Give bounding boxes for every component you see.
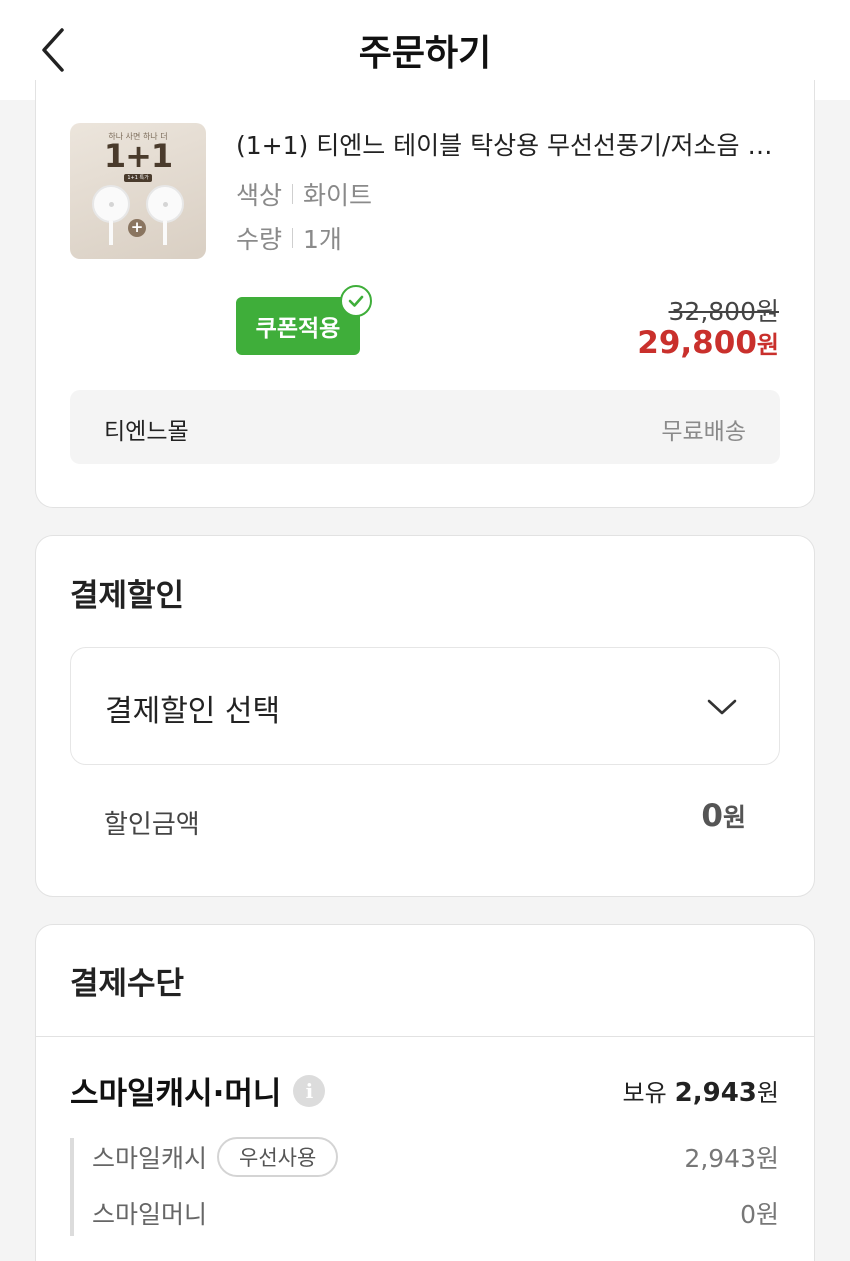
fan-image-right [146, 185, 184, 223]
priority-use-badge[interactable]: 우선사용 [217, 1137, 339, 1177]
smile-money-row: 스마일머니 0원 [92, 1195, 779, 1231]
sub-items-indicator [70, 1138, 74, 1236]
sale-price-amount: 29,800 [637, 325, 757, 361]
page-title: 주문하기 [358, 33, 492, 74]
balance-label: 보유 [622, 1079, 667, 1107]
payment-discount-card: 결제할인 결제할인 선택 할인금액 0원 [35, 535, 815, 897]
order-product-card: 하나 사면 하나 더 1+1 1+1 특가 + (1+1) 티엔느 테이블 탁상… [35, 80, 815, 508]
sale-price: 29,800원 [637, 325, 779, 361]
smile-money-value: 0원 [740, 1200, 779, 1229]
fan-image-left [92, 185, 130, 223]
sale-price-unit: 원 [756, 331, 779, 359]
smile-cash-row: 스마일캐시 우선사용 2,943원 [92, 1137, 779, 1177]
discount-amount-number: 0 [701, 798, 723, 834]
balance-amount: 2,943 [674, 1078, 757, 1108]
fan-stand-left [109, 221, 113, 245]
option-color-label: 색상 [236, 181, 283, 210]
smile-money-label: 스마일머니 [92, 1200, 208, 1229]
product-thumbnail[interactable]: 하나 사면 하나 더 1+1 1+1 특가 + [70, 123, 206, 259]
option-quantity: 수량 1개 [236, 220, 342, 256]
info-icon[interactable]: i [293, 1074, 326, 1107]
payment-method-card: 결제수단 스마일캐시·머니 i 보유 2,943원 스마일캐시 우선사용 2,94… [35, 924, 815, 1261]
option-quantity-value: 1개 [303, 225, 342, 254]
shipping-fee: 무료배송 [661, 419, 746, 445]
chevron-down-icon [705, 690, 739, 724]
plus-icon: + [128, 219, 146, 237]
smile-cash-money-label: 스마일캐시·머니 [70, 1076, 282, 1112]
fan-stand-right [163, 221, 167, 245]
section-divider [36, 1036, 814, 1037]
option-quantity-label: 수량 [236, 225, 283, 254]
thumbnail-tag: 1+1 특가 [124, 174, 152, 182]
seller-shipping-bar: 티엔느몰 무료배송 [70, 390, 780, 464]
seller-name[interactable]: 티엔느몰 [104, 412, 189, 446]
option-divider [292, 228, 294, 248]
option-color-value: 화이트 [303, 181, 373, 210]
original-price: 32,800원 [668, 297, 779, 326]
payment-section-title: 결제수단 [70, 966, 185, 1002]
discount-amount-label: 할인금액 [104, 810, 200, 840]
smile-cash-label: 스마일캐시 [92, 1144, 208, 1173]
option-color: 색상 화이트 [236, 176, 372, 212]
discount-amount-unit: 원 [722, 803, 746, 832]
balance-unit: 원 [756, 1079, 779, 1107]
option-divider [292, 184, 294, 204]
discount-section-title: 결제할인 [70, 578, 185, 614]
discount-amount-value: 0원 [701, 798, 746, 834]
check-icon [340, 285, 372, 317]
product-name[interactable]: (1+1) 티엔느 테이블 탁상용 무선선풍기/저소음 선풍기 [236, 126, 776, 162]
smile-cash-money-title: 스마일캐시·머니 i [70, 1068, 326, 1113]
discount-select-label: 결제할인 선택 [105, 694, 281, 729]
smile-cash-value: 2,943원 [684, 1144, 779, 1173]
discount-select-dropdown[interactable]: 결제할인 선택 [70, 647, 780, 765]
thumbnail-headline: 1+1 [103, 137, 173, 175]
balance-summary: 보유 2,943원 [622, 1073, 779, 1108]
